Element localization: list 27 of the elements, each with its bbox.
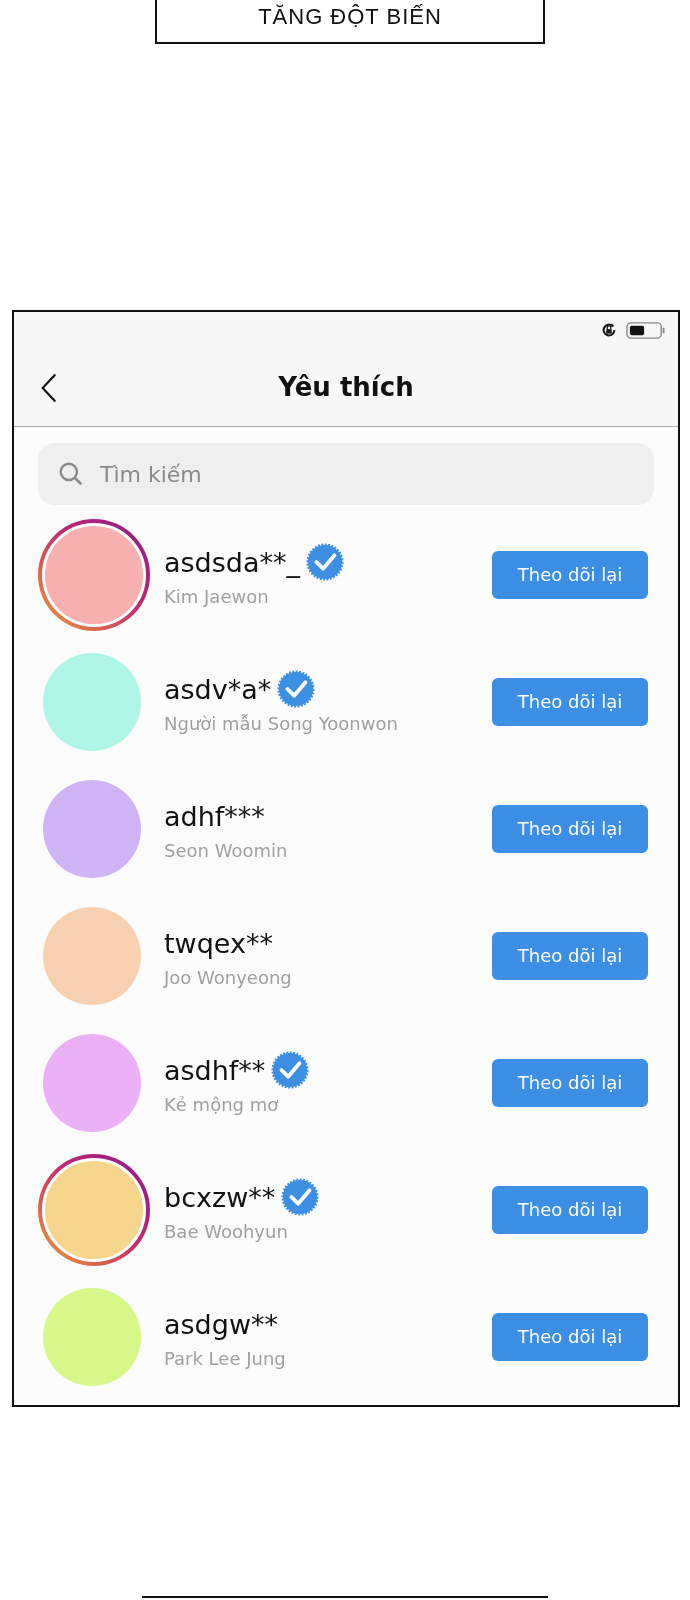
display-name: Kẻ mộng mơ (164, 1094, 280, 1115)
display-name: Kim Jaewon (164, 586, 270, 607)
username: asdsda**_ (164, 546, 300, 578)
follow-back-button[interactable]: Theo dõi lại (492, 931, 648, 980)
display-name: Park Lee Jung (164, 1348, 287, 1369)
back-icon[interactable] (40, 372, 58, 404)
follow-back-button[interactable]: Theo dõi lại (492, 1312, 648, 1361)
username: asdhf** (164, 1054, 266, 1086)
display-name: Người mẫu Song Yoonwon (164, 713, 399, 734)
username: adhf*** (164, 800, 265, 832)
display-name: Seon Woomin (164, 840, 289, 861)
username: asdgw** (164, 1308, 278, 1340)
screen-title: Yêu thích (278, 372, 414, 402)
username: twqex** (164, 927, 273, 959)
search-field[interactable]: Tìm kiếm (38, 443, 654, 505)
display-name: Joo Wonyeong (164, 967, 293, 988)
display-name: Bae Woohyun (164, 1221, 289, 1242)
follow-back-button[interactable]: Theo dõi lại (492, 804, 648, 853)
follow-back-button[interactable]: Theo dõi lại (492, 550, 648, 599)
follow-back-button[interactable]: Theo dõi lại (492, 677, 648, 726)
username: asdv*a* (164, 673, 272, 705)
follow-back-button[interactable]: Theo dõi lại (492, 1058, 648, 1107)
rotation-lock-icon (600, 321, 618, 339)
battery-icon (626, 320, 666, 340)
follow-back-button[interactable]: Theo dõi lại (492, 1185, 648, 1234)
caption-text: TĂNG ĐỘT BIẾN (258, 4, 442, 31)
username: bcxzw** (164, 1181, 276, 1213)
